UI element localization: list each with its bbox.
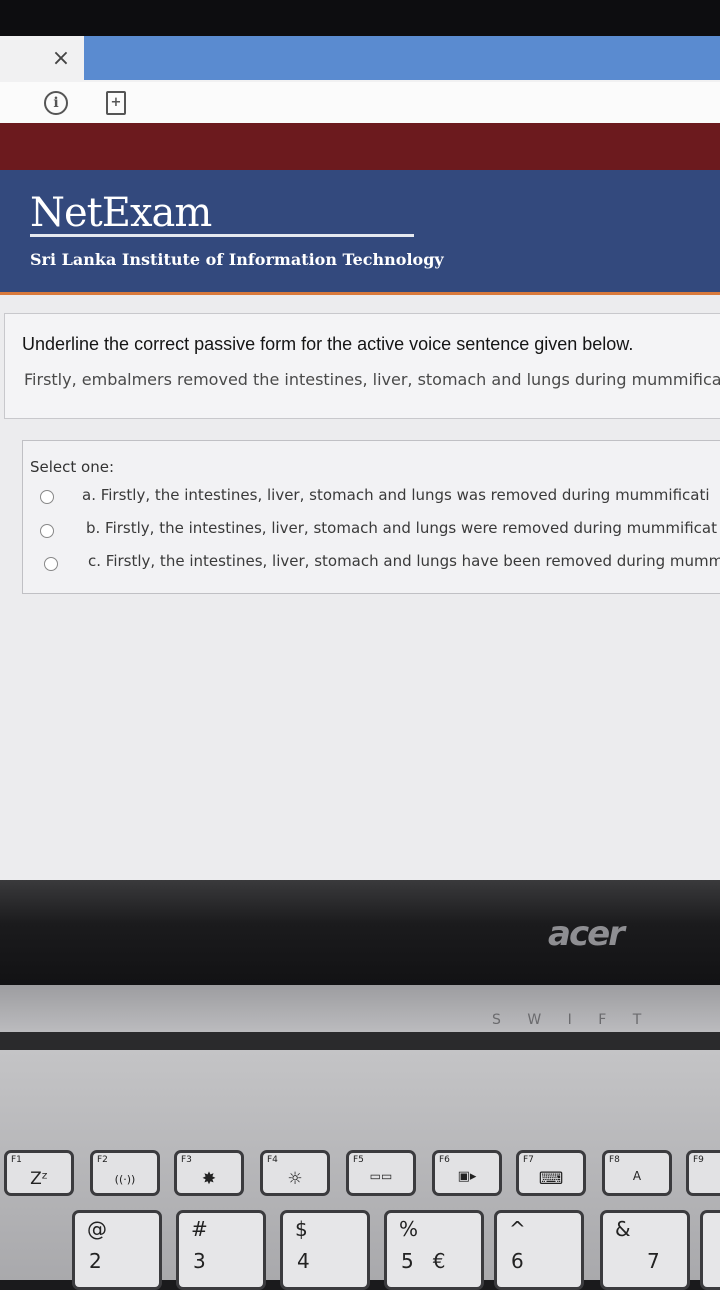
option-b-radio[interactable] — [40, 524, 54, 538]
key-f3[interactable]: F3 ✸ — [174, 1150, 244, 1196]
option-b-label[interactable]: b. Firstly, the intestines, liver, stoma… — [86, 519, 717, 537]
key-3[interactable]: #3 — [176, 1210, 266, 1290]
key-6[interactable]: ^ 6 — [494, 1210, 584, 1290]
key-f2[interactable]: F2 ((·)) — [90, 1150, 160, 1196]
key-symbol: % — [399, 1217, 419, 1241]
key-number: 2 — [89, 1249, 102, 1273]
key-f8[interactable]: F8 A — [602, 1150, 672, 1196]
key-8[interactable] — [700, 1210, 720, 1290]
key-f4[interactable]: F4 ☼ — [260, 1150, 330, 1196]
key-label: F3 — [181, 1155, 192, 1165]
site-title: NetExam — [30, 190, 212, 236]
acer-logo: acer — [548, 914, 625, 954]
brightness-low-icon: ✸ — [201, 1169, 217, 1189]
key-f9[interactable]: F9 — [686, 1150, 720, 1196]
key-label: F9 — [693, 1155, 704, 1165]
key-4[interactable]: $4 — [280, 1210, 370, 1290]
screen-off-icon: ▣▸ — [457, 1169, 477, 1184]
file-icon[interactable]: + — [106, 91, 126, 115]
key-label: F7 — [523, 1155, 534, 1165]
swift-label: S W I F T — [492, 1012, 642, 1028]
key-f5[interactable]: F5 ▭▭ — [346, 1150, 416, 1196]
key-symbol: # — [191, 1217, 208, 1241]
screen-bezel-top — [0, 0, 720, 38]
display-switch-icon: ▭▭ — [369, 1169, 393, 1183]
key-symbol: & — [615, 1217, 631, 1241]
key-number: 7 — [647, 1249, 660, 1273]
key-label: F1 — [11, 1155, 22, 1165]
key-label: F6 — [439, 1155, 450, 1165]
key-symbol: $ — [295, 1217, 308, 1241]
key-symbol: @ — [87, 1217, 107, 1241]
key-symbol: ^ — [509, 1217, 526, 1241]
key-f6[interactable]: F6 ▣▸ — [432, 1150, 502, 1196]
keyboard-light-icon: A — [632, 1169, 642, 1183]
key-f7[interactable]: F7 ⌨ — [516, 1150, 586, 1196]
key-5[interactable]: % 5 € — [384, 1210, 484, 1290]
active-tab[interactable] — [84, 36, 720, 80]
answer-panel — [22, 440, 720, 594]
touchpad-icon: ⌨ — [538, 1169, 564, 1189]
option-a-radio[interactable] — [40, 490, 54, 504]
close-icon[interactable]: × — [48, 44, 74, 74]
hinge-shadow — [0, 1032, 720, 1050]
key-label: F8 — [609, 1155, 620, 1165]
option-c-radio[interactable] — [44, 557, 58, 571]
question-panel — [4, 313, 720, 419]
option-c-label[interactable]: c. Firstly, the intestines, liver, stoma… — [88, 552, 720, 570]
site-subtitle: Sri Lanka Institute of Information Techn… — [30, 250, 444, 269]
key-number: 4 — [297, 1249, 310, 1273]
site-top-bar — [0, 123, 720, 171]
key-label: F2 — [97, 1155, 108, 1165]
key-2[interactable]: @2 — [72, 1210, 162, 1290]
question-sentence: Firstly, embalmers removed the intestine… — [24, 370, 720, 389]
select-one-label: Select one: — [30, 458, 115, 476]
key-f1[interactable]: F1 Zᶻ — [4, 1150, 74, 1196]
wireless-icon: ((·)) — [114, 1173, 136, 1186]
key-7[interactable]: & 7 — [600, 1210, 690, 1290]
key-label: F4 — [267, 1155, 278, 1165]
info-icon[interactable]: i — [44, 91, 68, 115]
option-a-label[interactable]: a. Firstly, the intestines, liver, stoma… — [82, 486, 710, 504]
key-label: F5 — [353, 1155, 364, 1165]
key-number: 6 — [511, 1249, 524, 1273]
question-prompt: Underline the correct passive form for t… — [22, 334, 634, 354]
sleep-icon: Zᶻ — [30, 1169, 48, 1189]
brightness-high-icon: ☼ — [287, 1169, 303, 1189]
key-number: 3 — [193, 1249, 206, 1273]
key-number: 5 € — [401, 1249, 446, 1273]
title-divider — [30, 234, 414, 237]
